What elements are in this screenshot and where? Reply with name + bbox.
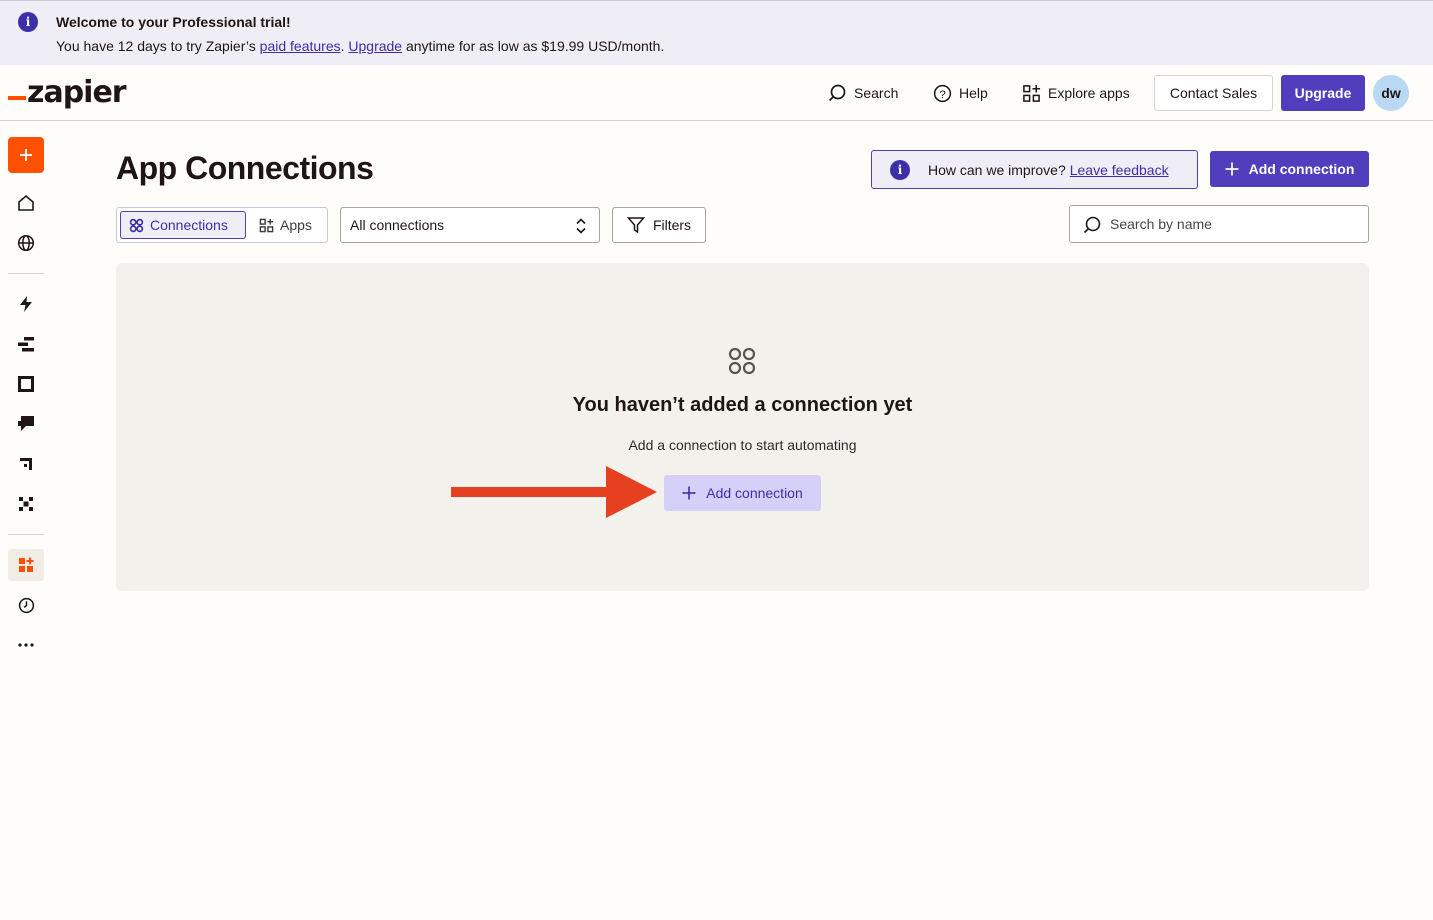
canvas-icon [20, 458, 32, 470]
agents-icon [19, 497, 33, 511]
leave-feedback-link[interactable]: Leave feedback [1070, 162, 1169, 178]
trial-text-part: You have 12 days to try Zapier’s [56, 38, 260, 54]
add-connection-button[interactable]: Add connection [1210, 151, 1369, 187]
trial-banner-text: You have 12 days to try Zapier’s paid fe… [56, 38, 664, 54]
feedback-banner: i How can we improve? Leave feedback [871, 150, 1198, 189]
tables-icon [18, 337, 34, 352]
upgrade-link[interactable]: Upgrade [348, 38, 402, 54]
sidebar-item-chatbots[interactable] [8, 407, 44, 439]
view-toggle: Connections Apps [116, 207, 328, 243]
plus-icon [682, 486, 696, 500]
filters-label: Filters [652, 217, 692, 233]
help-icon: ? [933, 84, 952, 102]
search-by-name-field[interactable] [1069, 205, 1369, 243]
contact-sales-button[interactable]: Contact Sales [1154, 75, 1273, 111]
top-header: zapier Search ? Help Explore apps Contac… [0, 65, 1433, 121]
filter-icon [626, 217, 645, 234]
chatbot-icon [18, 415, 34, 431]
info-icon: i [890, 159, 910, 180]
connections-filter-select[interactable]: All connections [340, 207, 600, 243]
left-sidebar [0, 121, 52, 920]
select-value: All connections [350, 217, 445, 233]
help-label: Help [959, 85, 988, 101]
sidebar-item-app-connections[interactable] [8, 549, 44, 581]
connections-icon [129, 218, 144, 232]
explore-apps-label: Explore apps [1048, 85, 1130, 101]
empty-state-subtitle: Add a connection to start automating [628, 437, 857, 453]
tab-connections-label: Connections [150, 217, 228, 233]
apps-grid-icon [1023, 84, 1041, 102]
trial-banner-title: Welcome to your Professional trial! [56, 14, 291, 30]
user-avatar[interactable]: dw [1373, 75, 1409, 111]
apps-grid-icon [259, 218, 274, 232]
add-connection-label: Add connection [1248, 161, 1355, 177]
connections-icon [728, 347, 756, 375]
sidebar-item-home[interactable] [8, 187, 44, 219]
more-icon [18, 643, 34, 647]
lightning-icon [20, 296, 32, 312]
search-icon [1083, 216, 1101, 234]
info-icon: i [18, 12, 38, 32]
search-input[interactable] [1110, 214, 1360, 234]
chevron-updown-icon [576, 218, 586, 234]
tab-apps-label: Apps [280, 217, 312, 233]
trial-banner: i Welcome to your Professional trial! Yo… [0, 0, 1433, 65]
interfaces-icon [18, 376, 34, 392]
sidebar-item-canvas[interactable] [8, 448, 44, 480]
sidebar-item-zaps[interactable] [8, 288, 44, 320]
sidebar-divider [8, 534, 44, 535]
sidebar-item-tables[interactable] [8, 328, 44, 360]
empty-state-title: You haven’t added a connection yet [572, 394, 913, 416]
app-connections-icon [19, 557, 34, 572]
explore-apps-link[interactable]: Explore apps [1022, 81, 1130, 105]
filters-button[interactable]: Filters [612, 207, 706, 243]
paid-features-link[interactable]: paid features [260, 38, 341, 54]
logo-text: zapier [27, 75, 127, 110]
create-button[interactable] [8, 137, 44, 173]
page-title: App Connections [116, 150, 374, 186]
sidebar-item-interfaces[interactable] [8, 368, 44, 400]
upgrade-button[interactable]: Upgrade [1281, 75, 1365, 111]
plus-icon [20, 149, 32, 161]
zapier-logo[interactable]: zapier [8, 75, 127, 110]
search-link[interactable]: Search [827, 81, 898, 105]
feedback-text: How can we improve? [928, 161, 1066, 178]
trial-text-part: anytime for as low as $19.99 USD/month. [402, 38, 665, 54]
help-link[interactable]: ? Help [933, 81, 988, 105]
sidebar-divider [8, 273, 44, 274]
search-label: Search [854, 85, 899, 101]
sidebar-item-discover[interactable] [8, 227, 44, 259]
home-icon [18, 194, 34, 211]
empty-state-panel: You haven’t added a connection yet Add a… [116, 263, 1369, 591]
sidebar-item-more[interactable] [8, 629, 44, 661]
logo-underscore [8, 96, 26, 100]
plus-icon [1225, 162, 1239, 176]
tab-connections[interactable]: Connections [120, 211, 246, 239]
annotation-arrow-icon [451, 466, 657, 518]
svg-text:?: ? [939, 88, 945, 100]
search-icon [828, 84, 846, 102]
clock-icon [18, 597, 34, 613]
empty-add-connection-button[interactable]: Add connection [664, 475, 821, 511]
sidebar-item-agents[interactable] [8, 488, 44, 520]
empty-add-connection-label: Add connection [706, 485, 803, 501]
tab-apps[interactable]: Apps [251, 211, 320, 239]
sidebar-item-history[interactable] [8, 589, 44, 621]
globe-icon [17, 234, 35, 252]
